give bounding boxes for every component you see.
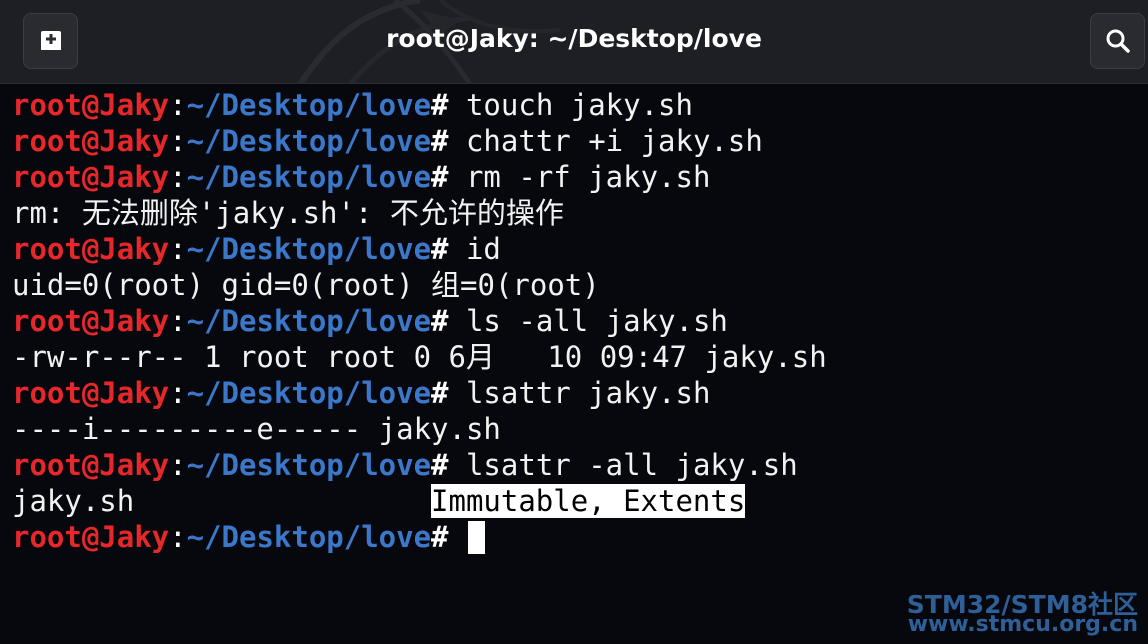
prompt-line: root@Jaky:~/Desktop/love# id — [12, 231, 1148, 267]
prompt-hash: # — [431, 376, 449, 410]
prompt-colon: : — [169, 124, 187, 158]
prompt-path: ~/Desktop/love — [186, 304, 432, 338]
lsattr-output-line: jaky.sh Immutable, Extents — [12, 483, 1148, 519]
output-line: ----i---------e----- jaky.sh — [12, 411, 1148, 447]
prompt-user: root@Jaky — [12, 304, 170, 338]
prompt-line: root@Jaky:~/Desktop/love# lsattr jaky.sh — [12, 375, 1148, 411]
command-text — [449, 520, 466, 554]
prompt-hash: # — [431, 88, 449, 122]
window-title: root@Jaky: ~/Desktop/love — [386, 24, 762, 53]
prompt-user: root@Jaky — [12, 376, 170, 410]
prompt-path: ~/Desktop/love — [186, 448, 432, 482]
command-text: touch jaky.sh — [448, 88, 693, 122]
command-text: lsattr -all jaky.sh — [448, 448, 798, 482]
terminal-output[interactable]: root@Jaky:~/Desktop/love# touch jaky.sh r… — [0, 84, 1148, 644]
output-text: rm: 无法删除'jaky.sh': 不允许的操作 — [12, 196, 564, 230]
prompt-path: ~/Desktop/love — [186, 376, 432, 410]
prompt-line: root@Jaky:~/Desktop/love# chattr +i jaky… — [12, 123, 1148, 159]
prompt-hash: # — [431, 160, 449, 194]
output-line: -rw-r--r-- 1 root root 0 6月 10 09:47 jak… — [12, 339, 1148, 375]
prompt-user: root@Jaky — [12, 232, 170, 266]
prompt-colon: : — [169, 376, 187, 410]
prompt-line: root@Jaky:~/Desktop/love# ls -all jaky.s… — [12, 303, 1148, 339]
command-text: chattr +i jaky.sh — [448, 124, 763, 158]
prompt-line: root@Jaky:~/Desktop/love# — [12, 519, 1148, 555]
prompt-colon: : — [169, 232, 187, 266]
command-text: ls -all jaky.sh — [448, 304, 728, 338]
file-name: jaky.sh — [12, 484, 135, 518]
prompt-user: root@Jaky — [12, 124, 170, 158]
search-icon — [1105, 28, 1131, 54]
prompt-colon: : — [169, 160, 187, 194]
prompt-line: root@Jaky:~/Desktop/love# rm -rf jaky.sh — [12, 159, 1148, 195]
prompt-line: root@Jaky:~/Desktop/love# lsattr -all ja… — [12, 447, 1148, 483]
output-text: ----i---------e----- jaky.sh — [12, 412, 501, 446]
text-cursor — [467, 521, 485, 554]
prompt-hash: # — [431, 232, 449, 266]
prompt-line: root@Jaky:~/Desktop/love# touch jaky.sh — [12, 87, 1148, 123]
output-line: rm: 无法删除'jaky.sh': 不允许的操作 — [12, 195, 1148, 231]
prompt-path: ~/Desktop/love — [186, 88, 432, 122]
prompt-hash: # — [431, 520, 449, 554]
column-gap — [134, 484, 431, 518]
prompt-path: ~/Desktop/love — [186, 160, 432, 194]
title-bar: root@Jaky: ~/Desktop/love — [0, 0, 1148, 84]
watermark-url: www.stmcu.org.cn — [907, 612, 1138, 637]
prompt-hash: # — [431, 448, 449, 482]
command-text: lsattr jaky.sh — [448, 376, 711, 410]
search-button[interactable] — [1090, 13, 1145, 69]
prompt-colon: : — [169, 304, 187, 338]
command-text: rm -rf jaky.sh — [448, 160, 711, 194]
prompt-colon: : — [169, 520, 187, 554]
prompt-hash: # — [431, 304, 449, 338]
prompt-colon: : — [169, 448, 187, 482]
prompt-user: root@Jaky — [12, 88, 170, 122]
prompt-user: root@Jaky — [12, 448, 170, 482]
prompt-user: root@Jaky — [12, 520, 170, 554]
prompt-path: ~/Desktop/love — [186, 124, 432, 158]
prompt-user: root@Jaky — [12, 160, 170, 194]
prompt-path: ~/Desktop/love — [186, 520, 432, 554]
prompt-colon: : — [169, 88, 187, 122]
output-text: -rw-r--r-- 1 root root 0 6月 10 09:47 jak… — [12, 340, 827, 374]
attribute-list: Immutable, Extents — [431, 484, 746, 518]
output-line: uid=0(root) gid=0(root) 组=0(root) — [12, 267, 1148, 303]
prompt-path: ~/Desktop/love — [186, 232, 432, 266]
command-text: id — [448, 232, 501, 266]
output-text: uid=0(root) gid=0(root) 组=0(root) — [12, 268, 600, 302]
terminal-window: root@Jaky: ~/Desktop/love root@Jaky:~/De… — [0, 0, 1148, 644]
prompt-hash: # — [431, 124, 449, 158]
